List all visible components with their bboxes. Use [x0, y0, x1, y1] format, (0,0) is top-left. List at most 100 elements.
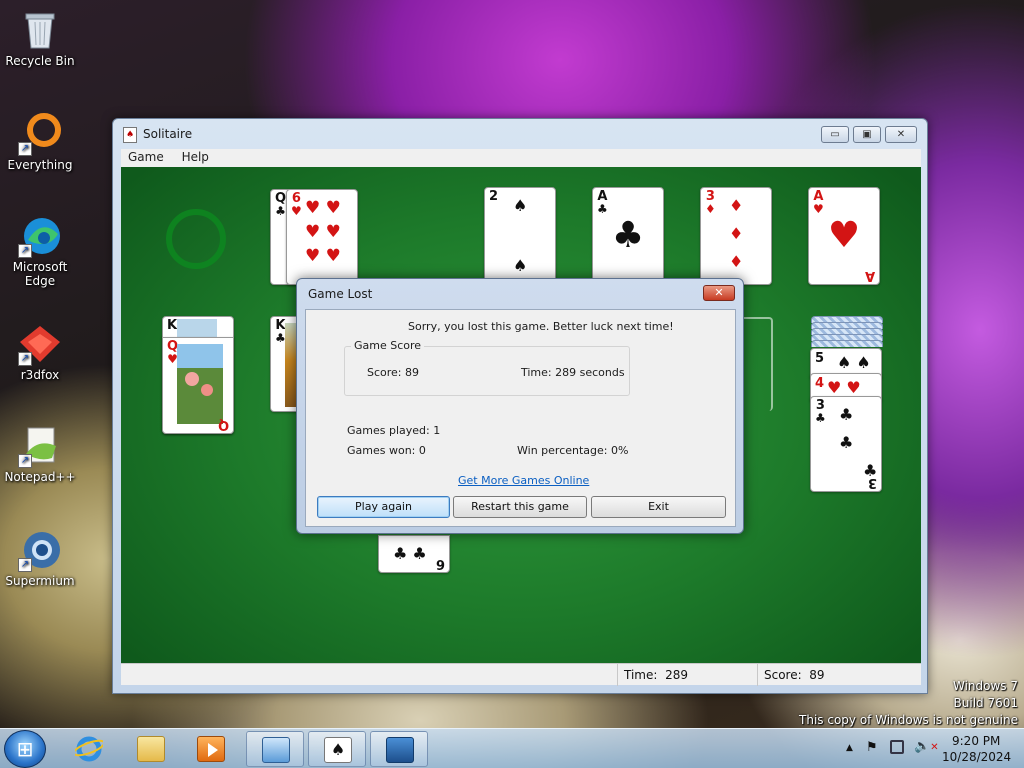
- card-suit: ♥: [291, 204, 302, 218]
- foundation-card[interactable]: 2 ♠ ♠: [484, 187, 556, 285]
- games-played: Games played: 1: [347, 424, 441, 437]
- card-center-suit: ♥: [827, 215, 861, 256]
- control-panel-icon: [262, 737, 290, 763]
- desktop-icon-notepadpp[interactable]: ↗ Notepad++: [0, 424, 80, 484]
- desktop-icon-label: Recycle Bin: [5, 54, 75, 68]
- foundation-card[interactable]: 3 ♦ ♦ ♦ ♦: [700, 187, 772, 285]
- status-time-value: 289: [665, 668, 688, 682]
- dialog-message: Sorry, you lost this game. Better luck n…: [408, 320, 674, 333]
- card-art-sky: [177, 319, 217, 337]
- watermark-line-1: Windows 7: [952, 679, 1018, 693]
- taskbar-control-panel-button[interactable]: [246, 731, 304, 767]
- games-won: Games won: 0: [347, 444, 426, 457]
- dialog-close-button[interactable]: ✕: [703, 285, 735, 301]
- card-rank: 2: [489, 189, 499, 204]
- taskbar-solitaire-button[interactable]: ♠: [308, 731, 366, 767]
- shortcut-arrow-icon: ↗: [18, 142, 32, 156]
- get-more-games-link[interactable]: Get More Games Online: [458, 474, 589, 487]
- close-button[interactable]: ✕: [885, 126, 917, 143]
- card-rank: 4: [815, 376, 825, 391]
- minimize-button[interactable]: ▭: [821, 126, 849, 143]
- desktop-icon-r3dfox[interactable]: ↗ r3dfox: [0, 322, 80, 382]
- card-pip: ♣: [839, 433, 854, 452]
- volume-muted-icon[interactable]: 🔈✕: [914, 739, 939, 754]
- card-art-flowers: [177, 344, 223, 424]
- tableau-card-six-clubs[interactable]: ♣ ♣ 6: [378, 535, 450, 573]
- win-percentage: Win percentage: 0%: [517, 444, 629, 457]
- taskbar-ie-button[interactable]: [60, 731, 118, 767]
- flag-icon[interactable]: ⚑: [866, 740, 878, 755]
- network-icon[interactable]: [890, 740, 904, 754]
- card-rank-bottom: 6: [435, 556, 445, 571]
- show-hidden-icon[interactable]: ▲: [846, 743, 853, 753]
- play-again-button[interactable]: Play again: [317, 496, 450, 518]
- menu-bar: Game Help: [121, 149, 921, 167]
- solitaire-app-icon: ♠: [123, 127, 137, 143]
- desktop-icon-edge[interactable]: ↗ Microsoft Edge: [0, 214, 80, 288]
- taskbar-app-button[interactable]: [370, 731, 428, 767]
- stock-empty-ring-icon[interactable]: [166, 209, 226, 269]
- taskbar-media-player-button[interactable]: [182, 731, 240, 767]
- r3dfox-icon: ↗: [18, 322, 62, 366]
- tableau-card-queen[interactable]: Q ♥ Q: [162, 337, 234, 434]
- desktop-icon-label: Everything: [7, 158, 73, 172]
- taskbar-explorer-button[interactable]: [122, 731, 180, 767]
- tableau-facedown-card: [811, 340, 883, 347]
- shortcut-arrow-icon: ↗: [18, 244, 32, 258]
- card-pip: ♠: [513, 256, 528, 275]
- card-pips: ♠ ♠: [837, 353, 871, 372]
- desktop-icon-everything[interactable]: ↗ Everything: [0, 112, 80, 172]
- exit-button[interactable]: Exit: [591, 496, 726, 518]
- desktop-icon-label: Notepad++: [4, 470, 76, 484]
- recycle-bin-icon: [18, 8, 62, 52]
- foundation-card[interactable]: A ♥ ♥ A: [808, 187, 880, 285]
- empty-tableau-slot[interactable]: [741, 317, 773, 411]
- dialog-score: Score: 89: [367, 366, 420, 379]
- shortcut-arrow-icon: ↗: [18, 454, 32, 468]
- card-pip: ♦: [729, 252, 744, 271]
- card-center-suit: ♣: [611, 215, 645, 256]
- windows-logo-icon: ⊞: [16, 737, 34, 761]
- desktop-icon-supermium[interactable]: ↗ Supermium: [0, 528, 80, 588]
- menu-help[interactable]: Help: [175, 149, 216, 165]
- menu-game[interactable]: Game: [121, 149, 171, 165]
- shortcut-arrow-icon: ↗: [18, 558, 32, 572]
- card-suit: ♣: [815, 411, 826, 425]
- card-suit: ♦: [705, 202, 716, 216]
- folder-icon: [137, 736, 165, 762]
- house-app-icon: [386, 737, 414, 763]
- tableau-card-three-clubs[interactable]: 3 ♣ ♣ ♣ ♣ 3: [810, 396, 882, 492]
- game-lost-dialog: Game Lost ✕ Sorry, you lost this game. B…: [296, 278, 744, 534]
- edge-icon: ↗: [18, 214, 62, 258]
- watermark-line-2: Build 7601: [953, 696, 1018, 710]
- card-suit: ♣: [597, 202, 608, 216]
- card-rank-bottom: 3: [867, 475, 877, 490]
- restart-game-button[interactable]: Restart this game: [453, 496, 587, 518]
- internet-explorer-icon: [72, 736, 106, 762]
- everything-icon: ↗: [18, 112, 62, 156]
- card-pips: ♥ ♥ ♥ ♥ ♥ ♥: [305, 198, 341, 266]
- card-suit: ♣: [275, 204, 286, 218]
- maximize-button[interactable]: ▣: [853, 126, 881, 143]
- taskbar: ⊞ ♠ ▲ ⚑ 🔈✕ 9:20 PM 10/28/2024: [0, 728, 1024, 768]
- system-tray: ▲ ⚑ 🔈✕ 9:20 PM 10/28/2024: [842, 729, 1024, 768]
- card-pip: ♣: [839, 405, 854, 424]
- notepadpp-icon: ↗: [18, 424, 62, 468]
- foundation-card[interactable]: A ♣ ♣: [592, 187, 664, 285]
- desktop-icon-label: Microsoft Edge: [12, 260, 68, 288]
- media-player-icon: [197, 736, 225, 762]
- desktop-icon-label: Supermium: [5, 574, 75, 588]
- card-suit: ♥: [813, 202, 824, 216]
- card-pip: ♠: [513, 196, 528, 215]
- waste-card-top[interactable]: 6 ♥ ♥ ♥ ♥ ♥ ♥ ♥: [286, 189, 358, 285]
- window-title: Solitaire: [143, 127, 193, 141]
- desktop-icon-recycle-bin[interactable]: Recycle Bin: [0, 8, 80, 68]
- status-time: Time: 289: [617, 664, 757, 686]
- desktop-icon-label: r3dfox: [20, 368, 60, 382]
- card-pip: ♦: [729, 224, 744, 243]
- clock-time[interactable]: 9:20 PM: [952, 734, 1000, 748]
- solitaire-cards-icon: ♠: [324, 737, 352, 763]
- clock-date[interactable]: 10/28/2024: [942, 750, 1011, 764]
- start-button[interactable]: ⊞: [4, 730, 46, 768]
- game-score-legend: Game Score: [351, 339, 425, 352]
